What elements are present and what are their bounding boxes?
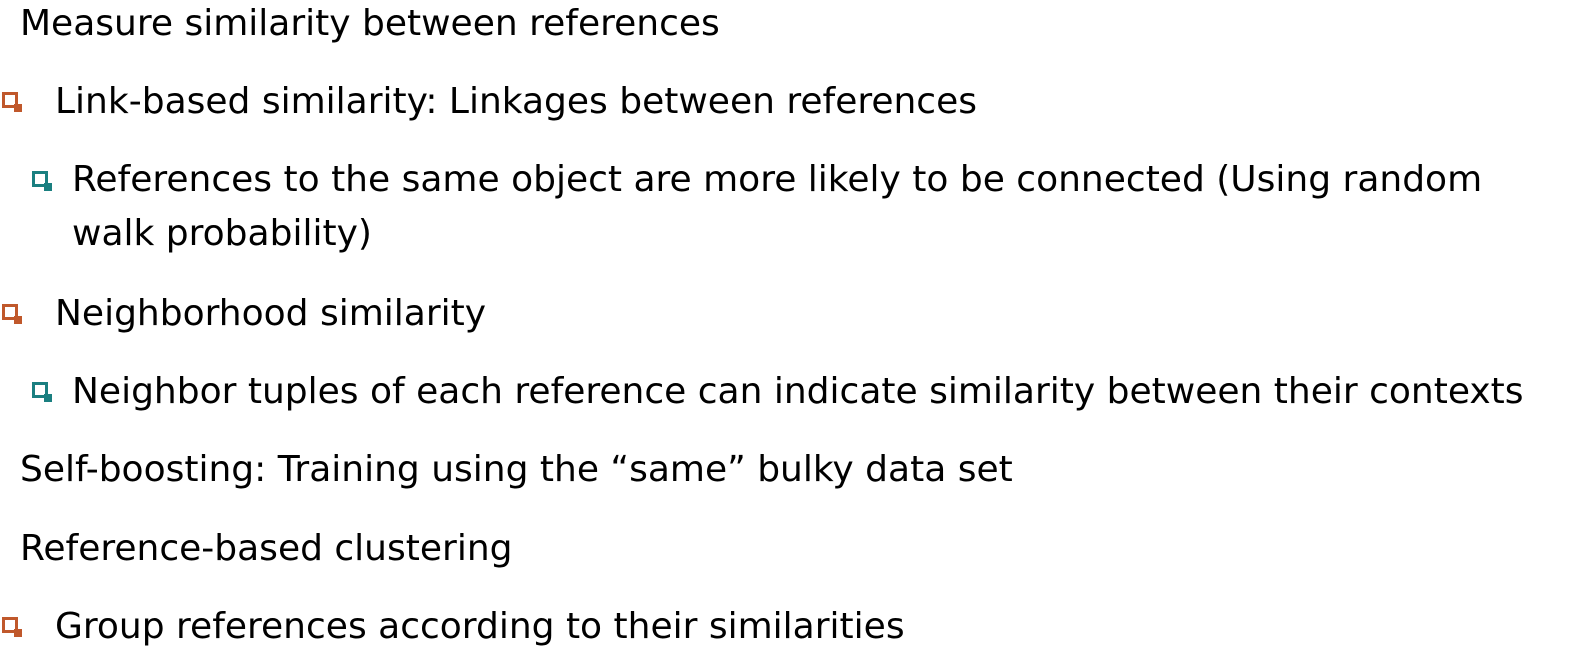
square-bullet-icon — [32, 382, 52, 402]
line-text: Measure similarity between references — [20, 3, 720, 44]
line-text: Group references according to their simi… — [55, 606, 905, 647]
square-bullet-icon — [2, 92, 22, 112]
line-text: Self-boosting: Training using the “same”… — [20, 449, 1013, 490]
line-text: Link-based similarity: Linkages between … — [55, 81, 978, 122]
square-bullet-icon — [2, 617, 22, 637]
line-text: Neighbor tuples of each reference can in… — [72, 371, 1524, 412]
line-text: Reference-based clustering — [20, 528, 513, 569]
line-text: References to the same object are more l… — [72, 159, 1483, 254]
line-text: Neighborhood similarity — [55, 293, 487, 334]
square-bullet-icon — [2, 304, 22, 324]
square-bullet-icon — [32, 171, 52, 191]
